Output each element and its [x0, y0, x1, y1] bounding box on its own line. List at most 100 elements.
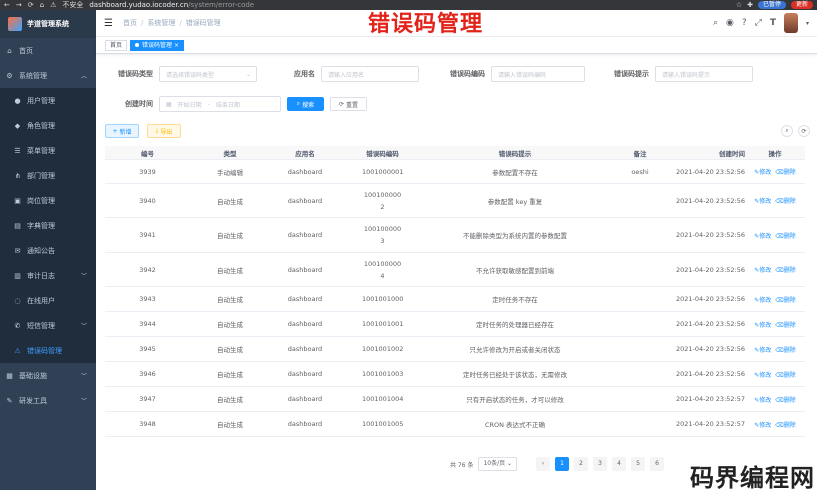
sidebar-item-3[interactable]: ◆ 角色管理 [0, 113, 96, 138]
sidebar-item-8[interactable]: ✉ 通知公告 [0, 238, 96, 263]
cell-app: dashboard [287, 370, 323, 378]
edit-button[interactable]: ✎修改 [754, 167, 771, 176]
app-input[interactable]: 请输入应用名 [321, 66, 419, 82]
export-button[interactable]: ⤓ 导出 [147, 124, 181, 138]
table-row: 3939 手动编辑 dashboard 1001000001 参数配置不存在 oeshi 2… [105, 160, 805, 184]
edit-button[interactable]: ✎修改 [754, 231, 771, 240]
edit-button[interactable]: ✎修改 [754, 320, 771, 329]
delete-button[interactable]: ⌫删除 [775, 167, 796, 176]
msg-input[interactable]: 请输入错误码提示 [655, 66, 753, 82]
code-input[interactable]: 请输入错误码编码 [491, 66, 585, 82]
back-icon[interactable]: ← [4, 1, 10, 9]
sidebar-item-4[interactable]: ☰ 菜单管理 [0, 138, 96, 163]
sidebar-item-13[interactable]: ▦ 基础设施 ﹀ [0, 363, 96, 388]
delete-label: 删除 [783, 371, 796, 379]
sidebar-item-10[interactable]: ◌ 在线用户 [0, 288, 96, 313]
sidebar-item-7[interactable]: ▤ 字典管理 [0, 213, 96, 238]
update-button[interactable]: 更新 [790, 1, 813, 9]
sidebar-item-label: 审计日志 [27, 271, 55, 280]
delete-button[interactable]: ⌫删除 [775, 370, 796, 379]
page-6-button[interactable]: 6 [650, 457, 665, 471]
edit-button[interactable]: ✎修改 [754, 345, 771, 354]
sidebar-item-14[interactable]: ✎ 研发工具 ﹀ [0, 388, 96, 413]
type-select[interactable]: 请选择错误码类型 ⌄ [159, 66, 257, 82]
cell-id: 3948 [139, 420, 156, 428]
page-4-button[interactable]: 4 [612, 457, 627, 471]
tag-error-code[interactable]: 错误码管理 × [130, 39, 184, 51]
sidebar-item-label: 角色管理 [27, 121, 55, 130]
sidebar-item-9[interactable]: ▥ 审计日志 ﹀ [0, 263, 96, 288]
app-brand[interactable]: 芋道管理系统 [0, 10, 96, 38]
reload-icon[interactable]: ⟳ [28, 1, 34, 9]
delete-label: 删除 [783, 296, 796, 304]
cell-type: 自动生成 [217, 197, 243, 206]
end-date[interactable]: 结束日期 [216, 100, 240, 109]
edit-button[interactable]: ✎修改 [754, 395, 771, 404]
toolbar: + 新增 ⤓ 导出 [105, 124, 181, 138]
prev-page-button[interactable]: ‹ [536, 457, 551, 471]
delete-button[interactable]: ⌫删除 [775, 265, 796, 274]
edit-button[interactable]: ✎修改 [754, 265, 771, 274]
edit-button[interactable]: ✎修改 [754, 196, 771, 205]
reset-button[interactable]: ⟳ 重置 [330, 97, 367, 111]
font-size-icon[interactable]: T [770, 18, 776, 28]
cell-msg: 只允许修改为开启或者关闭状态 [469, 346, 561, 354]
sidebar-item-6[interactable]: ▣ 岗位管理 [0, 188, 96, 213]
tag-home[interactable]: 首页 [105, 39, 128, 51]
search-button[interactable]: ⌕ 搜索 [287, 97, 324, 111]
edit-button[interactable]: ✎修改 [754, 295, 771, 304]
column-header: 编号 [141, 149, 154, 158]
cell-id: 3945 [139, 345, 156, 353]
search-icon[interactable]: ⌕ [713, 18, 718, 28]
github-icon[interactable]: ◉ [726, 18, 734, 28]
cell-type: 自动生成 [217, 232, 243, 240]
refresh-icon[interactable]: ⟳ [798, 125, 810, 137]
delete-button[interactable]: ⌫删除 [775, 345, 796, 354]
sidebar-item-0[interactable]: ⌂ 首页 [0, 38, 96, 63]
edit-button[interactable]: ✎修改 [754, 370, 771, 379]
delete-button[interactable]: ⌫删除 [775, 196, 796, 205]
address-bar[interactable]: dashboard.yudao.iocoder.cn/system/error-… [89, 1, 254, 9]
delete-button[interactable]: ⌫删除 [775, 231, 796, 240]
start-date[interactable]: 开始日期 [178, 100, 202, 109]
sidebar-item-5[interactable]: ⋔ 部门管理 [0, 163, 96, 188]
fullscreen-icon[interactable]: ⤢ [755, 18, 762, 28]
tool-icon: ✎ [6, 396, 13, 405]
tag-error-code-label: 错误码管理 [142, 41, 173, 49]
sidebar-item-label: 字典管理 [27, 221, 55, 230]
page-size-select[interactable]: 10条/页 ⌄ [478, 457, 518, 471]
delete-button[interactable]: ⌫删除 [775, 395, 796, 404]
breadcrumb-home[interactable]: 首页 [123, 19, 137, 27]
cell-time: 2021-04-20 23:52:56 [675, 196, 745, 205]
toggle-search-icon[interactable]: ⌕ [781, 125, 793, 137]
cell-type: 自动生成 [217, 321, 243, 329]
sidebar-item-1[interactable]: ⚙ 系统管理 ︿ [0, 63, 96, 88]
avatar[interactable] [783, 13, 798, 33]
sidebar-item-11[interactable]: ✆ 短信管理 ﹀ [0, 313, 96, 338]
page-5-button[interactable]: 5 [631, 457, 646, 471]
table-row: 3941 自动生成 dashboard 100100000 3 不能删除类型为系统内置的… [105, 218, 805, 253]
chevron-down-icon[interactable]: ▾ [806, 20, 809, 27]
close-icon[interactable]: × [174, 42, 179, 49]
home-icon[interactable]: ⌂ [40, 1, 44, 9]
forward-icon[interactable]: → [16, 1, 22, 9]
delete-button[interactable]: ⌫删除 [775, 295, 796, 304]
help-icon[interactable]: ? [742, 18, 747, 28]
page-2-button[interactable]: 2 [574, 457, 589, 471]
date-range-picker[interactable]: ▦ 开始日期 - 结束日期 [159, 96, 281, 112]
sidebar-item-12[interactable]: ⚠ 错误码管理 [0, 338, 96, 363]
page-1-button[interactable]: 1 [555, 457, 570, 471]
sidebar-item-2[interactable]: ● 用户管理 [0, 88, 96, 113]
profile-button[interactable]: 已暂停 [757, 1, 786, 9]
delete-button[interactable]: ⌫删除 [775, 420, 796, 429]
extensions-icon[interactable]: ✚ [747, 1, 753, 9]
pagination-total: 共 76 条 [450, 461, 474, 469]
sidebar-item-label: 岗位管理 [27, 196, 55, 205]
add-button[interactable]: + 新增 [105, 124, 139, 138]
delete-button[interactable]: ⌫删除 [775, 320, 796, 329]
hamburger-icon[interactable]: ☰ [104, 18, 113, 29]
sidebar-item-label: 研发工具 [19, 396, 47, 405]
edit-button[interactable]: ✎修改 [754, 420, 771, 429]
star-icon[interactable]: ☆ [736, 1, 742, 9]
page-3-button[interactable]: 3 [593, 457, 608, 471]
